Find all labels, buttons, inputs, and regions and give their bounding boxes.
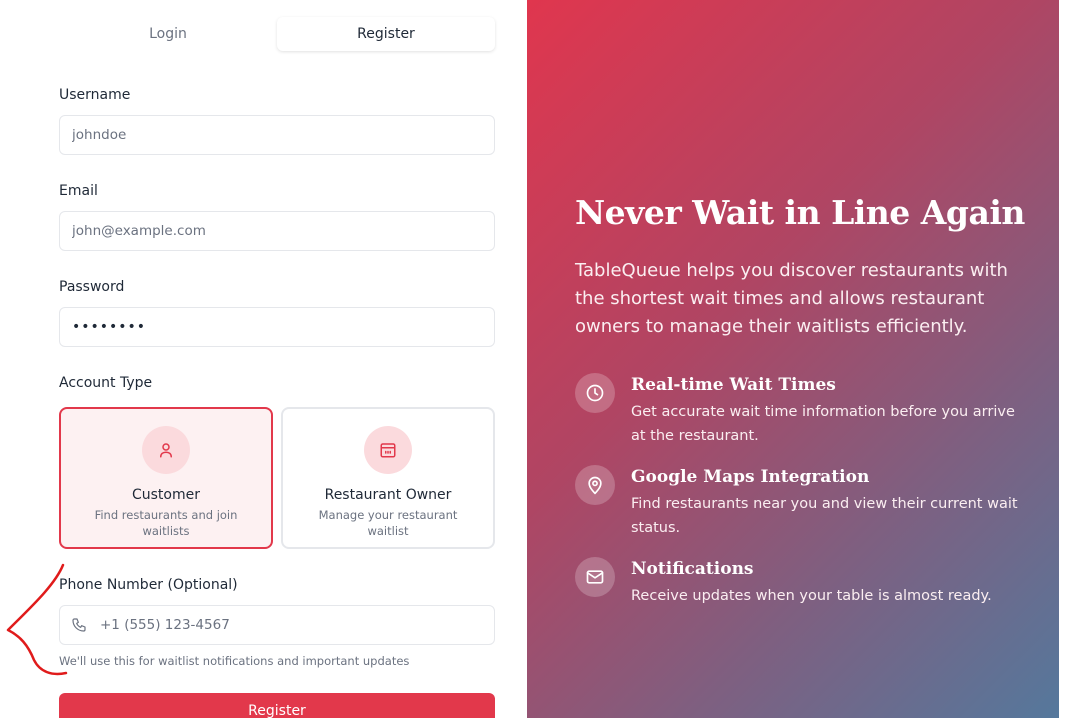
email-label: Email [59, 183, 98, 199]
account-option-title: Customer [131, 487, 200, 503]
username-input[interactable] [59, 115, 495, 155]
clock-icon [575, 373, 615, 413]
account-option-restaurant-owner[interactable]: Restaurant Owner Manage your restaurant … [281, 407, 495, 549]
tab-register[interactable]: Register [277, 17, 495, 51]
phone-hint: We'll use this for waitlist notification… [59, 654, 410, 668]
mail-icon [575, 557, 615, 597]
register-button[interactable]: Register [59, 693, 495, 718]
email-input[interactable] [59, 211, 495, 251]
feature-description: Get accurate wait time information befor… [631, 404, 1015, 444]
phone-input[interactable] [59, 605, 495, 645]
feature-item: Notifications Receive updates when your … [575, 557, 1035, 637]
account-option-title: Restaurant Owner [324, 487, 452, 503]
hero-subtitle: TableQueue helps you discover restaurant… [575, 260, 1008, 337]
feature-title: Google Maps Integration [631, 467, 870, 487]
map-pin-icon [575, 465, 615, 505]
password-label: Password [59, 279, 125, 295]
feature-description: Find restaurants near you and view their… [631, 496, 1018, 536]
feature-item: Real-time Wait Times Get accurate wait t… [575, 373, 1035, 453]
username-label: Username [59, 87, 131, 103]
calendar-icon [364, 426, 412, 474]
account-option-customer[interactable]: Customer Find restaurants and join waitl… [59, 407, 273, 549]
auth-tabs: Login Register [59, 17, 495, 51]
hero-panel: Never Wait in Line Again TableQueue help… [527, 0, 1059, 718]
user-icon [142, 426, 190, 474]
account-type-label: Account Type [59, 375, 153, 391]
tab-login[interactable]: Login [59, 17, 277, 51]
phone-field [59, 605, 495, 645]
phone-label: Phone Number (Optional) [59, 577, 238, 593]
account-option-description: Manage your restaurant waitlist [318, 508, 458, 538]
password-input[interactable] [59, 307, 495, 347]
hero-title: Never Wait in Line Again [575, 193, 1025, 232]
account-option-description: Find restaurants and join waitlists [94, 508, 238, 538]
feature-title: Notifications [631, 559, 754, 579]
feature-description: Receive updates when your table is almos… [631, 588, 992, 604]
register-button-label: Register [248, 703, 306, 718]
annotation-arrow [6, 563, 68, 676]
feature-title: Real-time Wait Times [631, 375, 836, 395]
feature-item: Google Maps Integration Find restaurants… [575, 465, 1035, 545]
